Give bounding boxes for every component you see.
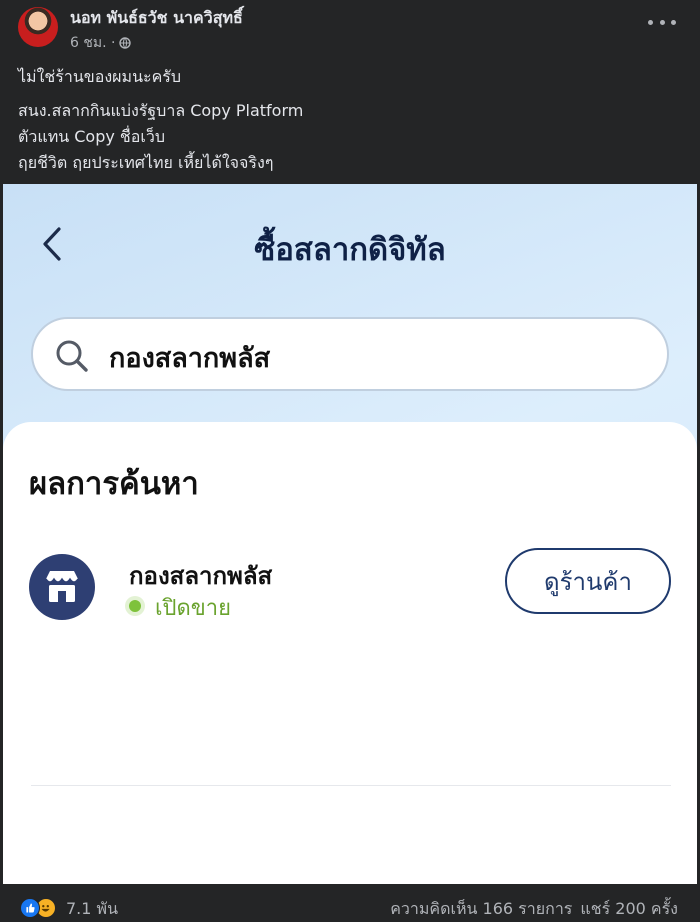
author-avatar[interactable] bbox=[18, 7, 58, 47]
reaction-icons[interactable] bbox=[20, 898, 60, 918]
comments-count[interactable]: ความคิดเห็น 166 รายการ bbox=[390, 897, 572, 922]
results-heading: ผลการค้นหา bbox=[29, 466, 199, 502]
search-input[interactable]: กองสลากพลัส bbox=[31, 317, 669, 391]
post-time[interactable]: 6 ชม. · bbox=[70, 32, 115, 54]
post-meta: 6 ชม. · bbox=[70, 32, 132, 54]
post-header: นอท พันธ์ธวัช นาควิสุทธิ์ 6 ชม. · bbox=[0, 0, 700, 58]
post-line: ไม่ใช่ร้านของผมนะครับ bbox=[18, 67, 182, 86]
more-options-icon[interactable] bbox=[648, 14, 676, 30]
reactions-bar: 7.1 พัน ความคิดเห็น 166 รายการ แชร์ 200 … bbox=[0, 884, 700, 922]
post-line: ตัวแทน Copy ชื่อเว็บ bbox=[18, 127, 166, 146]
status-badge: เปิดขาย bbox=[155, 596, 232, 621]
search-value: กองสลากพลัส bbox=[109, 343, 271, 374]
reaction-count[interactable]: 7.1 พัน bbox=[66, 897, 118, 922]
view-store-button[interactable]: ดูร้านค้า bbox=[505, 548, 671, 614]
post-line: ฤยชีวิต ฤยประเทศไทย เหี้ยได้ใจจริงๆ bbox=[18, 153, 274, 172]
post-line: สนง.สลากกินแบ่งรัฐบาล Copy Platform bbox=[18, 101, 304, 120]
search-icon bbox=[56, 340, 88, 372]
post-image[interactable]: ซื้อสลากดิจิทัล กองสลากพลัส ผลการค้นหา ก… bbox=[3, 184, 697, 884]
post-text: ไม่ใช่ร้านของผมนะครับ สนง.สลากกินแบ่งรัฐ… bbox=[18, 64, 678, 176]
app-title: ซื้อสลากดิจิทัล bbox=[254, 232, 446, 268]
status-dot bbox=[129, 600, 141, 612]
shares-count[interactable]: แชร์ 200 ครั้ง bbox=[580, 897, 678, 922]
store-icon bbox=[29, 554, 95, 620]
result-item[interactable]: กองสลากพลัส เปิดขาย ดูร้านค้า bbox=[3, 540, 697, 786]
results-panel: ผลการค้นหา กองสลากพลัส เปิดขาย ดูร้านค้า bbox=[3, 422, 697, 884]
divider bbox=[31, 785, 671, 786]
like-icon bbox=[20, 898, 40, 918]
engagement-stats: ความคิดเห็น 166 รายการ แชร์ 200 ครั้ง bbox=[390, 897, 678, 922]
globe-icon bbox=[119, 37, 132, 49]
author-name[interactable]: นอท พันธ์ธวัช นาควิสุทธิ์ bbox=[70, 6, 243, 31]
